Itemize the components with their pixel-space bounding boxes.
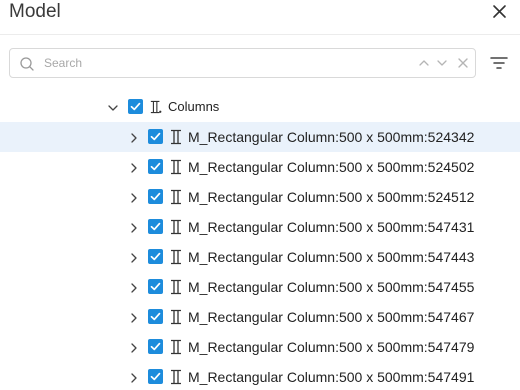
chevron-right-icon [131, 343, 137, 353]
tree-row-column-item[interactable]: M_Rectangular Column:500 x 500mm:547467 [0, 302, 520, 332]
checkbox-checked-icon [150, 162, 161, 171]
checkbox-checked-icon [150, 282, 161, 291]
tree-label-column-item: M_Rectangular Column:500 x 500mm:547455 [188, 279, 475, 295]
model-tree: Columns M_Rectangular Column:500 x 500mm… [0, 92, 520, 390]
expand-toggle[interactable] [128, 341, 140, 353]
chevron-right-icon [131, 163, 137, 173]
tree-row-column-item[interactable]: M_Rectangular Column:500 x 500mm:547455 [0, 272, 520, 302]
tree-children: M_Rectangular Column:500 x 500mm:524342 … [0, 122, 520, 390]
chevron-right-icon [131, 223, 137, 233]
column-icon [171, 339, 181, 355]
column-icon [171, 219, 181, 235]
tree-label-column-item: M_Rectangular Column:500 x 500mm:547479 [188, 339, 475, 355]
model-panel: Model Search Columns M_Rectangular Colum… [0, 0, 520, 390]
checkbox-column-item[interactable] [148, 189, 163, 204]
tree-label-column-item: M_Rectangular Column:500 x 500mm:547431 [188, 219, 475, 235]
checkbox-columns[interactable] [128, 99, 143, 114]
column-icon [150, 100, 162, 114]
checkbox-checked-icon [130, 102, 141, 111]
checkbox-column-item[interactable] [148, 309, 163, 324]
column-icon [171, 369, 181, 385]
checkbox-checked-icon [150, 372, 161, 381]
column-icon [171, 279, 181, 295]
chevron-right-icon [131, 313, 137, 323]
checkbox-column-item[interactable] [148, 219, 163, 234]
tree-label-column-item: M_Rectangular Column:500 x 500mm:547491 [188, 369, 475, 385]
close-icon [493, 5, 506, 18]
search-icon [20, 57, 34, 71]
panel-title: Model [9, 1, 61, 22]
header-divider [0, 34, 520, 35]
column-icon [171, 309, 181, 325]
panel-header: Model [0, 0, 520, 34]
checkbox-checked-icon [150, 252, 161, 261]
tree-row-column-item[interactable]: M_Rectangular Column:500 x 500mm:524502 [0, 152, 520, 182]
expand-toggle[interactable] [128, 311, 140, 323]
checkbox-checked-icon [150, 312, 161, 321]
tree-label-column-item: M_Rectangular Column:500 x 500mm:524512 [188, 189, 475, 205]
tree-row-column-item[interactable]: M_Rectangular Column:500 x 500mm:524512 [0, 182, 520, 212]
column-icon [171, 189, 181, 205]
column-icon [171, 249, 181, 265]
chevron-down-icon [437, 60, 447, 66]
checkbox-column-item[interactable] [148, 369, 163, 384]
chevron-right-icon [131, 133, 137, 143]
column-icon [171, 159, 181, 175]
column-icon [171, 129, 181, 145]
clear-icon [458, 58, 468, 68]
checkbox-column-item[interactable] [148, 249, 163, 264]
expand-toggle[interactable] [128, 251, 140, 263]
filter-button[interactable] [490, 55, 508, 71]
tree-label-column-item: M_Rectangular Column:500 x 500mm:547443 [188, 249, 475, 265]
checkbox-column-item[interactable] [148, 129, 163, 144]
chevron-down-icon [108, 105, 118, 111]
chevron-right-icon [131, 253, 137, 263]
tree-row-columns[interactable]: Columns [0, 92, 520, 122]
search-input[interactable] [44, 53, 414, 73]
expand-toggle[interactable] [128, 191, 140, 203]
checkbox-checked-icon [150, 192, 161, 201]
search-box[interactable] [9, 48, 476, 78]
tree-row-column-item[interactable]: M_Rectangular Column:500 x 500mm:547491 [0, 362, 520, 390]
search-prev-button[interactable] [417, 56, 431, 70]
chevron-right-icon [131, 283, 137, 293]
checkbox-checked-icon [150, 222, 161, 231]
tree-row-column-item[interactable]: M_Rectangular Column:500 x 500mm:547431 [0, 212, 520, 242]
chevron-right-icon [131, 193, 137, 203]
checkbox-column-item[interactable] [148, 279, 163, 294]
chevron-up-icon [419, 60, 429, 66]
expand-toggle[interactable] [128, 161, 140, 173]
tree-row-column-item[interactable]: M_Rectangular Column:500 x 500mm:524342 [0, 122, 520, 152]
expand-toggle[interactable] [128, 371, 140, 383]
tree-label-column-item: M_Rectangular Column:500 x 500mm:524502 [188, 159, 475, 175]
expand-toggle[interactable] [128, 221, 140, 233]
filter-icon [490, 57, 508, 69]
expand-toggle[interactable] [128, 281, 140, 293]
tree-label-columns: Columns [168, 99, 220, 114]
close-button[interactable] [488, 0, 512, 24]
tree-row-column-item[interactable]: M_Rectangular Column:500 x 500mm:547443 [0, 242, 520, 272]
search-clear-button[interactable] [456, 56, 470, 70]
tree-row-column-item[interactable]: M_Rectangular Column:500 x 500mm:547479 [0, 332, 520, 362]
search-next-button[interactable] [435, 56, 449, 70]
checkbox-checked-icon [150, 132, 161, 141]
checkbox-checked-icon [150, 342, 161, 351]
collapse-toggle[interactable] [107, 101, 119, 113]
tree-label-column-item: M_Rectangular Column:500 x 500mm:547467 [188, 309, 475, 325]
checkbox-column-item[interactable] [148, 339, 163, 354]
tree-label-column-item: M_Rectangular Column:500 x 500mm:524342 [188, 129, 475, 145]
chevron-right-icon [131, 373, 137, 383]
expand-toggle[interactable] [128, 131, 140, 143]
checkbox-column-item[interactable] [148, 159, 163, 174]
